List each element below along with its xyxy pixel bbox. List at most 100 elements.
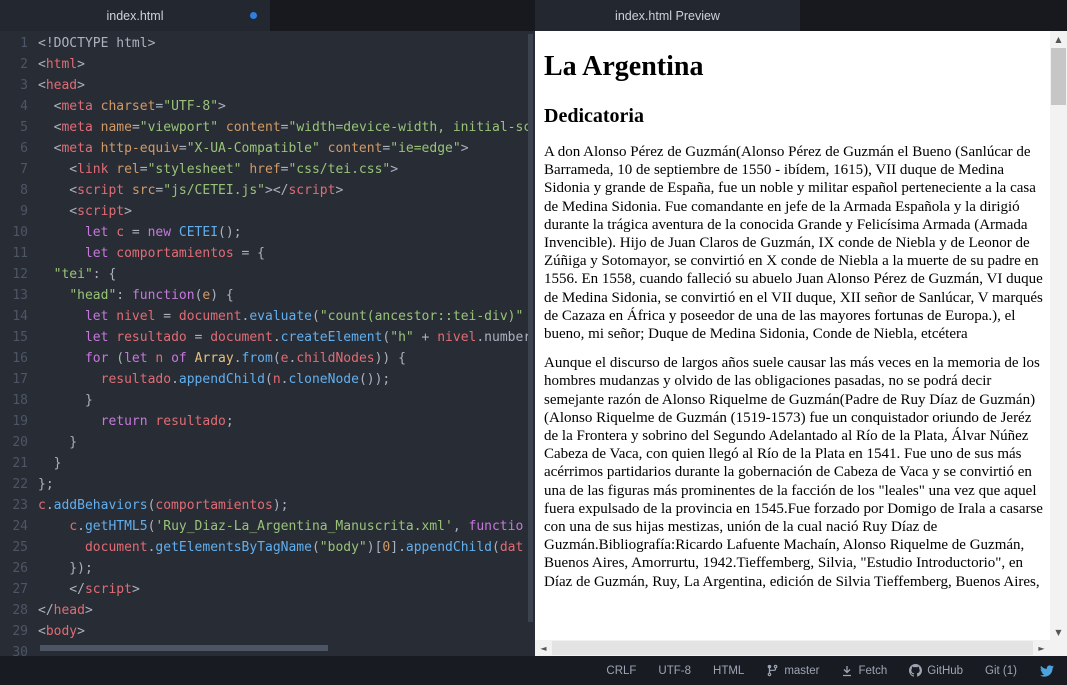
code-line[interactable]: 7 <link rel="stylesheet" href="css/tei.c… <box>0 159 535 180</box>
git-branch-icon <box>766 664 779 677</box>
line-number: 15 <box>0 327 38 348</box>
code-line[interactable]: 8 <script src="js/CETEI.js"></script> <box>0 180 535 201</box>
line-number: 11 <box>0 243 38 264</box>
line-number: 23 <box>0 495 38 516</box>
editor-horizontal-scrollbar[interactable] <box>40 645 328 651</box>
line-number: 4 <box>0 96 38 117</box>
line-number: 20 <box>0 432 38 453</box>
line-number: 12 <box>0 264 38 285</box>
app-window: index.html index.html Preview 1<!DOCTYPE… <box>0 0 1067 685</box>
preview-horizontal-scrollbar[interactable]: ◄ ► <box>535 640 1050 656</box>
scrollbar-corner <box>1050 640 1067 656</box>
preview-title: La Argentina <box>544 51 1046 83</box>
horizontal-scroll-thumb[interactable] <box>552 641 1033 655</box>
preview-tab-group: index.html Preview <box>535 0 1067 31</box>
line-number: 25 <box>0 537 38 558</box>
line-number: 1 <box>0 33 38 54</box>
line-number: 21 <box>0 453 38 474</box>
preview-content: La Argentina Dedicatoria A don Alonso Pé… <box>535 31 1050 640</box>
branch-name: master <box>784 665 819 677</box>
preview-heading: Dedicatoria <box>544 105 1046 128</box>
twitter-bird-icon[interactable] <box>1039 664 1055 678</box>
code-line[interactable]: 15 let resultado = document.createElemen… <box>0 327 535 348</box>
status-encoding[interactable]: UTF-8 <box>658 665 691 677</box>
code-line[interactable]: 10 let c = new CETEI(); <box>0 222 535 243</box>
line-number: 24 <box>0 516 38 537</box>
code-line[interactable]: 26 }); <box>0 558 535 579</box>
scroll-down-arrow-icon[interactable]: ▼ <box>1050 624 1067 640</box>
line-number: 8 <box>0 180 38 201</box>
line-number: 17 <box>0 369 38 390</box>
line-number: 14 <box>0 306 38 327</box>
scroll-up-arrow-icon[interactable]: ▲ <box>1050 31 1067 47</box>
code-line[interactable]: 4 <meta charset="UTF-8"> <box>0 96 535 117</box>
code-line[interactable]: 12 "tei": { <box>0 264 535 285</box>
code-line[interactable]: 19 return resultado; <box>0 411 535 432</box>
code-line[interactable]: 24 c.getHTML5('Ruy_Diaz-La_Argentina_Man… <box>0 516 535 537</box>
preview-pane: La Argentina Dedicatoria A don Alonso Pé… <box>535 31 1067 656</box>
fetch-label: Fetch <box>858 665 887 677</box>
scroll-right-arrow-icon[interactable]: ► <box>1033 640 1050 656</box>
status-branch[interactable]: master <box>766 664 819 677</box>
code-line[interactable]: 14 let nivel = document.evaluate("count(… <box>0 306 535 327</box>
scroll-left-arrow-icon[interactable]: ◄ <box>535 640 552 656</box>
tab-bar: index.html index.html Preview <box>0 0 1067 31</box>
preview-vertical-scrollbar[interactable]: ▲ ▼ <box>1050 31 1067 640</box>
fetch-icon <box>841 665 853 677</box>
line-number: 3 <box>0 75 38 96</box>
code-line[interactable]: 21 } <box>0 453 535 474</box>
github-icon <box>909 664 922 677</box>
line-number: 6 <box>0 138 38 159</box>
preview-paragraph: Aunque el discurso de largos años suele … <box>544 354 1046 591</box>
line-number: 16 <box>0 348 38 369</box>
code-line[interactable]: 28</head> <box>0 600 535 621</box>
code-line[interactable]: 3<head> <box>0 75 535 96</box>
line-number: 27 <box>0 579 38 600</box>
line-number: 19 <box>0 411 38 432</box>
code-line[interactable]: 2<html> <box>0 54 535 75</box>
tab-index-html[interactable]: index.html <box>0 0 270 31</box>
line-number: 28 <box>0 600 38 621</box>
main-split: 1<!DOCTYPE html>2<html>3<head>4 <meta ch… <box>0 31 1067 656</box>
code-line[interactable]: 6 <meta http-equiv="X-UA-Compatible" con… <box>0 138 535 159</box>
code-line[interactable]: 17 resultado.appendChild(n.cloneNode()); <box>0 369 535 390</box>
status-fetch[interactable]: Fetch <box>841 665 887 677</box>
code-line[interactable]: 5 <meta name="viewport" content="width=d… <box>0 117 535 138</box>
line-number: 7 <box>0 159 38 180</box>
code-line[interactable]: 13 "head": function(e) { <box>0 285 535 306</box>
editor-vertical-scrollbar[interactable] <box>528 34 533 622</box>
bird-glyph <box>1039 664 1055 678</box>
code-line[interactable]: 27 </script> <box>0 579 535 600</box>
code-line[interactable]: 23c.addBehaviors(comportamientos); <box>0 495 535 516</box>
code-line[interactable]: 11 let comportamientos = { <box>0 243 535 264</box>
editor-tab-group: index.html <box>0 0 535 31</box>
code-line[interactable]: 9 <script> <box>0 201 535 222</box>
line-number: 10 <box>0 222 38 243</box>
code-line[interactable]: 20 } <box>0 432 535 453</box>
status-git-changes[interactable]: Git (1) <box>985 665 1017 677</box>
code-lines: 1<!DOCTYPE html>2<html>3<head>4 <meta ch… <box>0 33 535 656</box>
tab-label: index.html <box>107 9 164 23</box>
status-line-ending[interactable]: CRLF <box>606 665 636 677</box>
line-number: 22 <box>0 474 38 495</box>
preview-paragraph: A don Alonso Pérez de Guzmán(Alonso Pére… <box>544 143 1046 343</box>
status-language[interactable]: HTML <box>713 665 744 677</box>
unsaved-changes-dot[interactable] <box>250 12 257 19</box>
line-number: 29 <box>0 621 38 642</box>
code-line[interactable]: 1<!DOCTYPE html> <box>0 33 535 54</box>
code-line[interactable]: 25 document.getElementsByTagName("body")… <box>0 537 535 558</box>
github-label: GitHub <box>927 665 963 677</box>
line-number: 26 <box>0 558 38 579</box>
code-line[interactable]: 22}; <box>0 474 535 495</box>
code-editor[interactable]: 1<!DOCTYPE html>2<html>3<head>4 <meta ch… <box>0 31 535 656</box>
line-number: 30 <box>0 642 38 656</box>
code-line[interactable]: 16 for (let n of Array.from(e.childNodes… <box>0 348 535 369</box>
status-bar: CRLF UTF-8 HTML master Fetch GitHub Git … <box>0 656 1067 685</box>
line-number: 9 <box>0 201 38 222</box>
tab-index-html-preview[interactable]: index.html Preview <box>535 0 800 31</box>
code-line[interactable]: 18 } <box>0 390 535 411</box>
vertical-scroll-thumb[interactable] <box>1051 48 1066 105</box>
line-number: 18 <box>0 390 38 411</box>
status-github[interactable]: GitHub <box>909 664 963 677</box>
code-line[interactable]: 29<body> <box>0 621 535 642</box>
